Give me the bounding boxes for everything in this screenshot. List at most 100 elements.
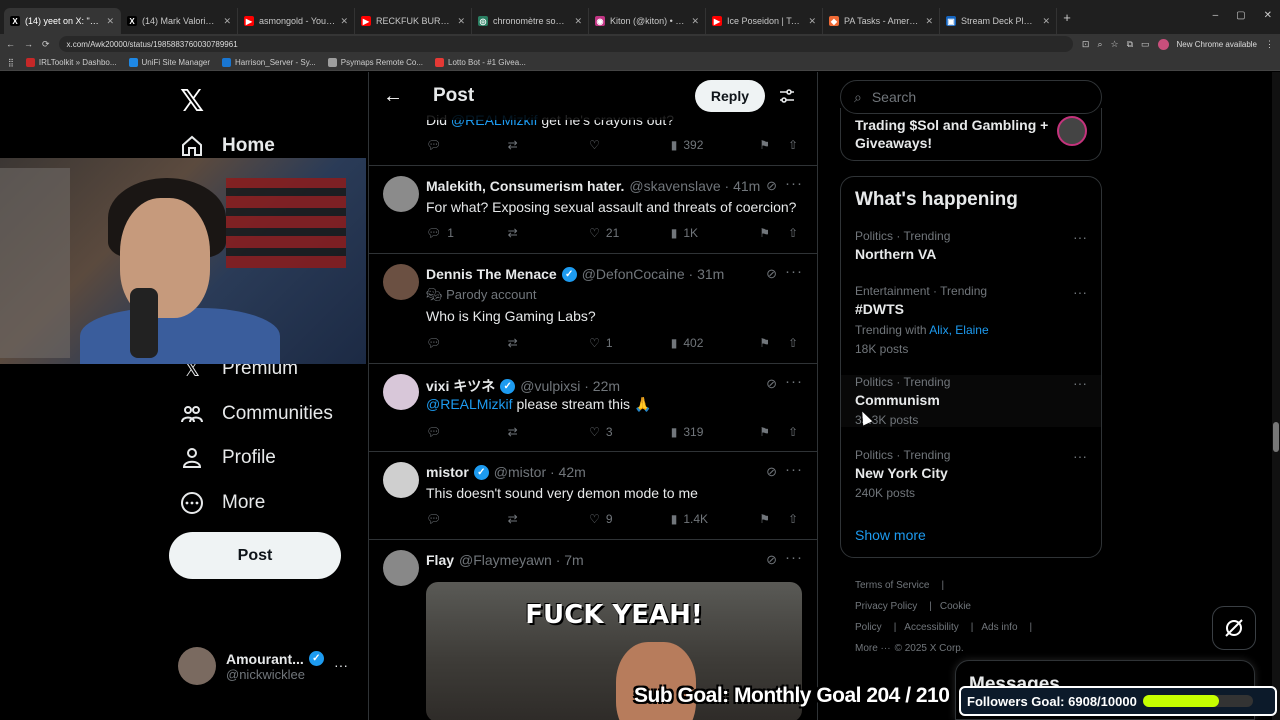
tweet-handle[interactable]: @Flaymeyawn · 7m (459, 552, 584, 568)
reply-action[interactable]: 💬︎ (426, 425, 508, 439)
share-icon[interactable]: ⇧ (788, 336, 798, 350)
like-action[interactable]: ♡ 9 (589, 512, 671, 526)
grok-button[interactable] (1212, 606, 1256, 650)
footer-link[interactable]: Terms of Service (855, 580, 929, 591)
bookmark-item[interactable]: Lotto Bot - #1 Givea... (435, 57, 526, 67)
close-tab-icon[interactable]: ✕ (106, 16, 114, 27)
browser-tab[interactable]: ▶Ice Poseidon | Tea Time with By✕ (706, 8, 823, 34)
avatar[interactable] (383, 550, 419, 586)
more-icon[interactable]: ··· (785, 175, 803, 192)
scrollbar[interactable] (1272, 72, 1280, 720)
share-icon[interactable]: ⇧ (788, 425, 798, 439)
grok-explain-icon[interactable]: ⊘ (766, 376, 777, 392)
share-icon[interactable]: ⇧ (788, 512, 798, 526)
like-action[interactable]: ♡ 21 (589, 226, 671, 240)
new-tab-button[interactable]: + (1057, 10, 1077, 25)
grok-explain-icon[interactable]: ⊘ (766, 178, 777, 194)
close-tab-icon[interactable]: ✕ (808, 16, 816, 27)
browser-tab[interactable]: ◉Kiton (@kiton) • Instagram pho✕ (589, 8, 706, 34)
mention-link[interactable]: @REALMizkif (426, 396, 513, 412)
nav-more[interactable]: More (180, 491, 265, 515)
share-icon[interactable]: ⇧ (788, 138, 798, 152)
more-icon[interactable]: ··· (1073, 229, 1087, 245)
extensions-icon[interactable]: ⧉ (1127, 39, 1133, 50)
browser-tab[interactable]: ◎chronomètre souverain nacre✕ (472, 8, 589, 34)
views-action[interactable]: ▮ 392 (671, 138, 759, 152)
sliders-icon[interactable] (779, 88, 795, 104)
like-action[interactable]: ♡ 3 (589, 425, 671, 439)
bookmark-icon[interactable]: ⚑ (759, 226, 770, 240)
browser-tab[interactable]: ◆PA Tasks - Amer Muwaqet Da✕ (823, 8, 940, 34)
share-icon[interactable]: ⇧ (788, 226, 798, 240)
install-icon[interactable]: ⊡ (1082, 39, 1090, 50)
tweet[interactable]: mistor ✓ @mistor · 42m ⊘ ··· This doesn't s… (369, 452, 817, 540)
tweet-author[interactable]: Flay (426, 552, 454, 568)
more-icon[interactable]: ··· (1073, 448, 1087, 464)
nav-home[interactable]: Home (180, 134, 275, 158)
reload-icon[interactable]: ⟳ (42, 39, 50, 50)
promoted-card[interactable]: Trading $Sol and Gambling + Giveaways! (840, 108, 1102, 161)
tweet-handle[interactable]: @mistor · 42m (494, 464, 586, 480)
sidepanel-icon[interactable]: ▭ (1141, 39, 1150, 50)
footer-link[interactable]: Privacy Policy (855, 601, 917, 612)
minimize-icon[interactable]: – (1213, 10, 1219, 21)
close-window-icon[interactable]: ✕ (1264, 10, 1272, 21)
bookmark-icon[interactable]: ⚑ (759, 425, 770, 439)
profile-avatar[interactable] (1157, 38, 1169, 50)
tweet-author[interactable]: Dennis The Menace (426, 266, 557, 282)
avatar[interactable] (383, 264, 419, 300)
nav-profile[interactable]: Profile (180, 446, 276, 470)
repost-action[interactable]: ⇄ (508, 512, 590, 526)
tweet-author[interactable]: vixi キツネ (426, 376, 495, 396)
grok-explain-icon[interactable]: ⊘ (766, 266, 777, 282)
reply-action[interactable]: 💬︎ (426, 138, 508, 152)
more-icon[interactable]: ··· (1073, 284, 1087, 300)
bookmark-item[interactable]: Psymaps Remote Co... (327, 57, 423, 67)
trend-item[interactable]: Entertainment · Trending #DWTS Trending w… (841, 284, 1101, 356)
bookmark-icon[interactable]: ⚑ (759, 138, 770, 152)
reply-action[interactable]: 💬︎ (426, 336, 508, 350)
apps-icon[interactable]: ⣿ (8, 58, 14, 67)
avatar[interactable] (383, 462, 419, 498)
footer-link[interactable]: More ··· (855, 643, 891, 654)
bookmark-star-icon[interactable]: ☆ (1110, 39, 1118, 50)
close-tab-icon[interactable]: ✕ (1042, 16, 1050, 27)
bookmark-item[interactable]: Harrison_Server - Sy... (222, 57, 316, 67)
url-field[interactable]: x.com/Awk20000/status/198588376003078996… (58, 36, 1073, 52)
views-action[interactable]: ▮ 1.4K (671, 512, 759, 526)
close-tab-icon[interactable]: ✕ (457, 16, 465, 27)
bookmark-icon[interactable]: ⚑ (759, 512, 770, 526)
repost-action[interactable]: ⇄ (508, 226, 590, 240)
new-chrome-button[interactable]: New Chrome available (1177, 40, 1257, 49)
footer-link[interactable]: Ads info (981, 622, 1017, 633)
tweet-author[interactable]: Malekith, Consumerism hater. (426, 178, 624, 194)
browser-tab[interactable]: X(14) Mark Valorian on X: "@BI✕ (121, 8, 238, 34)
views-action[interactable]: ▮ 1K (671, 226, 759, 240)
x-logo-icon[interactable]: 𝕏 (180, 84, 204, 119)
forward-nav-icon[interactable]: → (24, 39, 33, 49)
more-icon[interactable]: ··· (785, 263, 803, 280)
close-tab-icon[interactable]: ✕ (223, 16, 231, 27)
zoom-icon[interactable]: ⌕ (1097, 39, 1102, 50)
repost-action[interactable]: ⇄ (508, 138, 590, 152)
browser-tab[interactable]: X(14) yeet on X: "Mizkif is reporte✕ (4, 8, 121, 34)
repost-action[interactable]: ⇄ (508, 336, 590, 350)
bookmark-item[interactable]: UniFi Site Manager (128, 57, 210, 67)
trend-item[interactable]: Politics · Trending New York City 240K po… (841, 448, 1101, 500)
tweet[interactable]: vixi キツネ ✓ @vulpixsi · 22m ⊘ ··· @REALMizki… (369, 364, 817, 452)
chrome-menu-icon[interactable]: ⋮ (1265, 39, 1274, 50)
repost-action[interactable]: ⇄ (508, 425, 590, 439)
avatar[interactable] (383, 176, 419, 212)
avatar[interactable] (383, 374, 419, 410)
more-icon[interactable]: ··· (785, 461, 803, 478)
close-tab-icon[interactable]: ✕ (691, 16, 699, 27)
search-input[interactable]: ⌕ Search (840, 80, 1102, 114)
more-icon[interactable]: ··· (1073, 375, 1087, 391)
tweet[interactable]: Malekith, Consumerism hater. @skavenslave… (369, 166, 817, 254)
tweet-handle[interactable]: @vulpixsi · 22m (520, 378, 620, 394)
footer-link[interactable]: Accessibility (904, 622, 958, 633)
back-arrow-icon[interactable]: ← (383, 85, 405, 108)
browser-tab[interactable]: ▣Stream Deck Plugins | Elgato M✕ (940, 8, 1057, 34)
like-action[interactable]: ♡ 1 (589, 336, 671, 350)
close-tab-icon[interactable]: ✕ (574, 16, 582, 27)
